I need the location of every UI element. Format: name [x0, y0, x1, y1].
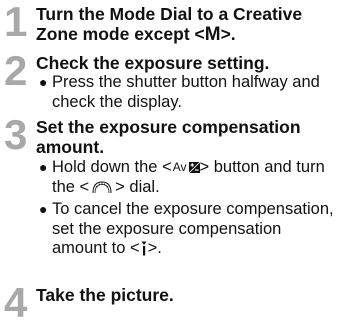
bullet-dot-icon: ● [39, 159, 48, 175]
step-title: Set the exposure compensation amount. [36, 117, 301, 157]
step-title-text: Turn the Mode Dial to a Creative Zone mo… [36, 4, 303, 44]
bullet-dot-icon: ● [39, 201, 48, 217]
step-number: 3 [4, 111, 28, 158]
bullet-text: Press the shutter button halfway and che… [52, 73, 320, 111]
bullet-text: >. [147, 239, 162, 257]
step-title: Check the exposure setting. [36, 53, 270, 73]
bullet-dot-icon: ● [39, 74, 48, 90]
bullet-item: ● Press the shutter button halfway and c… [38, 73, 338, 112]
step-number: 2 [4, 47, 28, 94]
step-title: Turn the Mode Dial to a Creative Zone mo… [36, 4, 336, 45]
bullet-text: Hold down the < [52, 158, 172, 176]
instruction-page: 1 Turn the Mode Dial to a Creative Zone … [0, 0, 340, 324]
bullet-text: To cancel the exposure compensation, set… [52, 200, 334, 257]
zero-index-icon [141, 241, 147, 262]
main-dial-icon [91, 180, 113, 200]
step-bullets: ● Press the shutter button halfway and c… [38, 73, 338, 113]
bullet-item: ● To cancel the exposure compensation, s… [38, 200, 338, 262]
exposure-compensation-icon [188, 162, 200, 173]
step-number: 4 [4, 279, 28, 326]
step-title: Take the picture. [36, 285, 174, 305]
bullet-text: > dial. [115, 177, 160, 196]
manual-mode-symbol: M [204, 24, 221, 45]
step-bullets: ● Hold down the <Av > button and turn the… [38, 158, 338, 263]
bullet-item: ● Hold down the <Av > button and turn the… [38, 158, 338, 199]
av-button-label: Av [172, 160, 187, 174]
step-number: 1 [4, 0, 28, 45]
step-title-text-end: >. [220, 24, 236, 44]
